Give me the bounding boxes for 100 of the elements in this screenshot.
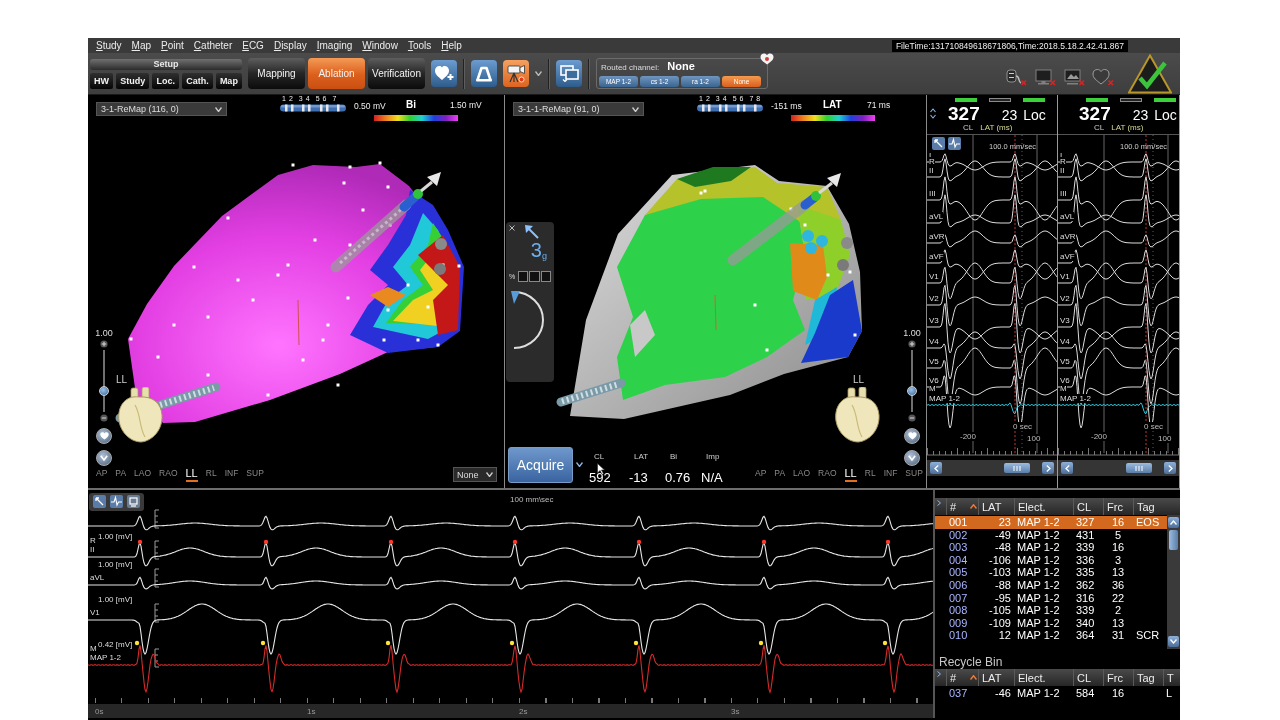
map-point[interactable] [853, 333, 857, 337]
menu-item[interactable]: Help [441, 39, 462, 52]
column-header[interactable]: T [1163, 669, 1175, 686]
table-row[interactable]: 001 23 MAP 1-2 327 16 EOS [935, 516, 1167, 529]
map-point[interactable] [348, 165, 352, 169]
map-point[interactable] [436, 343, 440, 347]
column-header[interactable]: # [946, 498, 978, 515]
horizontal-scrollbar[interactable] [1058, 460, 1179, 476]
monitor-icon[interactable] [1034, 68, 1056, 86]
acquire-button[interactable]: Acquire [508, 447, 573, 483]
sphere-marker[interactable] [434, 263, 446, 275]
map-point[interactable] [336, 383, 340, 387]
menu-item[interactable]: ECG [242, 39, 264, 52]
setup-button[interactable]: Cath. [182, 72, 213, 89]
menu-item[interactable]: Window [362, 39, 398, 52]
view-button[interactable]: RAO [818, 467, 837, 482]
plug-icon[interactable] [1005, 68, 1027, 86]
menu-item[interactable]: Point [161, 39, 184, 52]
toolbar-button[interactable] [431, 60, 457, 87]
sphere-marker[interactable] [841, 237, 853, 249]
heart-view-button[interactable] [96, 428, 112, 444]
waveform-icon[interactable] [948, 137, 961, 150]
scroll-right-button[interactable] [1164, 462, 1176, 474]
view-button[interactable]: LL [844, 467, 857, 482]
toolbar-button[interactable] [471, 60, 497, 87]
plus-icon[interactable] [100, 340, 108, 348]
view-button[interactable]: PA [774, 467, 786, 482]
chevron-button[interactable] [96, 450, 112, 466]
chamber-map-drawing[interactable] [556, 165, 862, 419]
view-button[interactable]: RL [205, 467, 217, 482]
setup-button[interactable]: Map [215, 72, 242, 89]
chevron-button[interactable] [904, 450, 920, 466]
column-header[interactable]: CL [1073, 498, 1103, 515]
map-point[interactable] [378, 161, 382, 165]
table-row[interactable]: 002 -49 MAP 1-2 431 5 [935, 528, 1167, 542]
toolbar-button[interactable] [503, 60, 529, 87]
scroll-left-button[interactable] [1061, 462, 1073, 474]
setup-button[interactable]: Loc. [152, 72, 180, 89]
table-row[interactable]: 010 12 MAP 1-2 364 31 SCR [935, 629, 1167, 642]
mode-tab[interactable]: Verification [368, 58, 425, 89]
table-row[interactable]: 007 -95 MAP 1-2 316 22 [935, 591, 1167, 605]
table-row[interactable]: 005 -103 MAP 1-2 335 13 [935, 566, 1167, 579]
column-header[interactable]: Elect. [1014, 498, 1073, 515]
mode-tab[interactable]: Mapping [248, 58, 305, 89]
overlay-select[interactable]: None [453, 467, 497, 482]
menu-item[interactable]: Study [96, 39, 122, 52]
menu-item[interactable]: Map [131, 39, 152, 52]
vertical-scrollbar[interactable] [1167, 515, 1180, 649]
monitor-icon[interactable] [1063, 68, 1085, 86]
scroll-thumb[interactable] [1169, 530, 1178, 550]
menu-item[interactable]: Tools [407, 39, 432, 52]
scroll-left-button[interactable] [930, 462, 942, 474]
plus-icon[interactable] [908, 340, 916, 348]
view-button[interactable]: SUP [905, 467, 923, 482]
view-button[interactable]: SUP [246, 467, 264, 482]
map-point[interactable] [382, 338, 386, 342]
heart-icon[interactable] [760, 53, 774, 65]
table-row[interactable]: 003 -48 MAP 1-2 339 16 [935, 541, 1167, 554]
sphere-marker[interactable] [435, 238, 447, 250]
view-button[interactable]: LAO [793, 467, 811, 482]
view-button[interactable]: AP [96, 467, 108, 482]
column-header[interactable]: Elect. [1014, 669, 1073, 686]
caliper-icon[interactable] [932, 137, 945, 150]
setup-button[interactable]: Study [116, 72, 150, 89]
toolbar-button[interactable] [556, 60, 582, 87]
chamber-map-drawing[interactable] [115, 161, 464, 423]
column-header[interactable]: LAT [978, 669, 1014, 686]
view-button[interactable]: INF [224, 467, 239, 482]
minus-icon[interactable] [908, 414, 916, 422]
sphere-marker[interactable] [837, 259, 849, 271]
map-point[interactable] [416, 338, 420, 342]
horizontal-scrollbar[interactable] [927, 460, 1057, 476]
slider-thumb[interactable] [907, 386, 917, 397]
caliper-icon[interactable] [93, 495, 106, 508]
waveform-icon[interactable] [110, 495, 123, 508]
scroll-down-button[interactable] [1168, 636, 1179, 647]
caret-icon[interactable] [576, 462, 583, 467]
scroll-thumb[interactable] [1126, 463, 1152, 473]
map-select[interactable]: 3-1-1-ReMap (91, 0) [513, 102, 644, 116]
heart-icon[interactable] [1092, 68, 1114, 86]
view-button[interactable]: LL [185, 467, 198, 482]
column-header[interactable]: LAT [978, 498, 1014, 515]
menu-item[interactable]: Imaging [316, 39, 353, 52]
column-header[interactable]: Tag [1133, 498, 1165, 515]
table-row[interactable]: 006 -88 MAP 1-2 362 36 [935, 578, 1167, 592]
view-button[interactable]: RL [864, 467, 876, 482]
minus-icon[interactable] [100, 414, 108, 422]
table-row[interactable]: 037 -46 MAP 1-2 584 16 L [935, 687, 1180, 700]
table-row[interactable]: 009 -109 MAP 1-2 340 13 [935, 616, 1167, 630]
view-button[interactable]: PA [115, 467, 127, 482]
spinner-icon[interactable] [930, 108, 936, 119]
close-icon[interactable] [509, 225, 515, 231]
column-header[interactable]: # [946, 669, 978, 686]
map-point[interactable] [291, 163, 295, 167]
slider-thumb[interactable] [99, 386, 109, 397]
scroll-up-button[interactable] [1168, 517, 1179, 528]
view-button[interactable]: RAO [159, 467, 178, 482]
column-header[interactable]: CL [1073, 669, 1103, 686]
table-row[interactable]: 004 -106 MAP 1-2 336 3 [935, 553, 1167, 567]
column-header[interactable]: Frc [1103, 669, 1133, 686]
